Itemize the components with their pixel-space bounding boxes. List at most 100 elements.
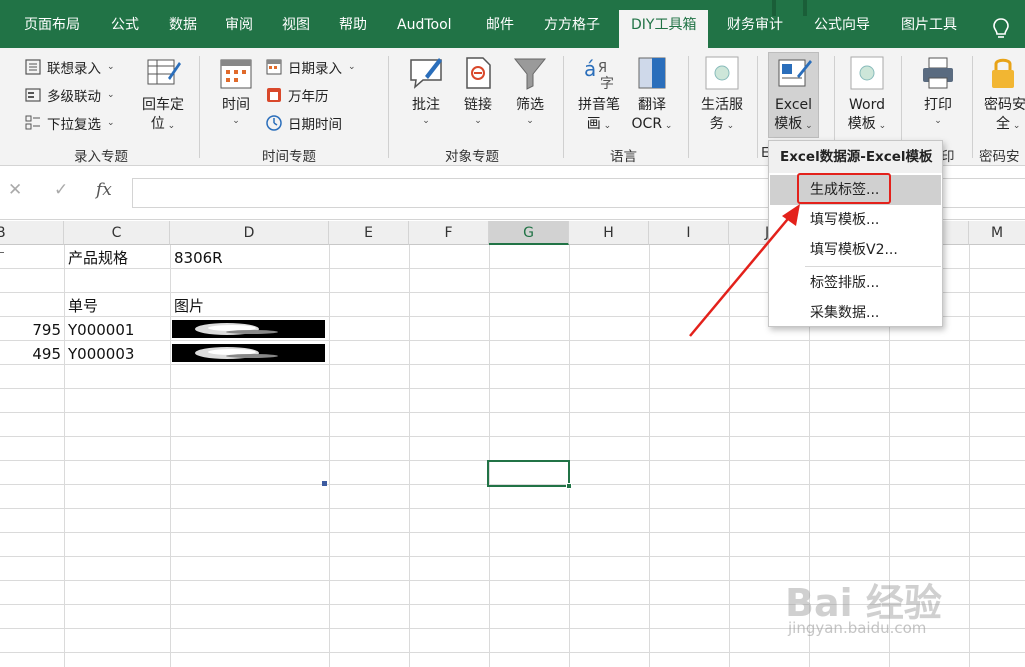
time-button[interactable]: 时间 ⌄ (214, 54, 258, 127)
comment-icon (410, 58, 442, 89)
gridline (489, 245, 490, 667)
column-header-g[interactable]: G (489, 221, 569, 245)
tab-review[interactable]: 审阅 (225, 10, 253, 48)
tabbar-mark (803, 0, 807, 16)
svg-text:字: 字 (600, 76, 614, 92)
product-image[interactable] (172, 320, 325, 338)
associative-input-button[interactable]: 联想录入 ⌄ (24, 56, 115, 78)
dropdown-multiselect-button[interactable]: 下拉复选 ⌄ (24, 112, 115, 134)
translate-ocr-label-2: OCR ⌄ (631, 116, 673, 132)
word-template-label-1: Word (849, 97, 885, 113)
red-arrow-icon (689, 204, 800, 337)
group-separator (563, 56, 564, 158)
multilevel-link-label: 多级联动 (47, 89, 101, 105)
tab-page-layout[interactable]: 页面布局 (24, 10, 80, 48)
clock-icon (266, 115, 282, 131)
cell-d3[interactable]: 图片 (174, 294, 204, 318)
column-header-c[interactable]: C (64, 221, 170, 245)
life-service-label-1: 生活服 (701, 97, 743, 113)
cell-fragment (0, 252, 4, 253)
group-separator (757, 56, 758, 158)
tab-help[interactable]: 帮助 (339, 10, 367, 48)
cell-b4[interactable]: 795 (0, 318, 61, 342)
datetime-button[interactable]: 日期时间 (265, 112, 342, 134)
tab-formula-wizard[interactable]: 公式向导 (814, 10, 870, 48)
tab-data[interactable]: 数据 (169, 10, 197, 48)
translate-icon (638, 57, 666, 89)
group-label-language: 语言 (610, 149, 637, 165)
tab-picture-tools[interactable]: 图片工具 (901, 10, 957, 48)
svg-text:Я: Я (598, 61, 607, 76)
tab-view[interactable]: 视图 (282, 10, 310, 48)
gridline (569, 245, 570, 667)
excel-template-button[interactable]: Excel 模板 ⌄ (769, 54, 818, 134)
excel-template-label-1: Excel (774, 97, 813, 113)
tabbar-mark (772, 0, 776, 16)
perpetual-calendar-button[interactable]: 万年历 (265, 84, 329, 106)
date-input-label: 日期录入 (288, 61, 342, 77)
word-template-button[interactable]: Word 模板 ⌄ (843, 54, 891, 134)
gridline (329, 245, 330, 667)
tab-fangfang[interactable]: 方方格子 (544, 10, 600, 48)
column-header-e[interactable]: E (329, 221, 409, 245)
chevron-down-icon: ⌄ (107, 62, 115, 72)
column-header-d[interactable]: D (170, 221, 329, 245)
link-button[interactable]: 链接 ⌄ (456, 54, 500, 127)
pinyin-stroke-button[interactable]: áЯ字 拼音笔 画 ⌄ (574, 54, 624, 134)
date-input-button[interactable]: 日期录入 ⌄ (265, 56, 356, 78)
pinyin-stroke-label-2: 画 ⌄ (586, 116, 612, 132)
cell-c4[interactable]: Y000001 (68, 318, 134, 342)
cell-c5[interactable]: Y000003 (68, 342, 134, 366)
group-label-input: 录入专题 (74, 149, 128, 165)
active-cell-g[interactable] (487, 460, 570, 487)
print-button[interactable]: 打印 ⌄ (916, 54, 960, 127)
perpetual-calendar-label: 万年历 (288, 89, 329, 105)
product-image-graphic (195, 323, 278, 335)
gridline (170, 245, 171, 667)
group-label-password: 密码安 (979, 149, 1020, 165)
filter-button[interactable]: 筛选 ⌄ (508, 54, 552, 127)
group-label-object: 对象专题 (445, 149, 499, 165)
chevron-down-icon: ⌄ (526, 116, 534, 126)
gridline (64, 245, 65, 667)
pinyin-stroke-label-1: 拼音笔 (578, 97, 620, 113)
tab-formulas[interactable]: 公式 (111, 10, 139, 48)
tab-diy-toolbox[interactable]: DIY工具箱 (619, 10, 709, 48)
password-security-label-2: 全 ⌄ (996, 116, 1021, 132)
translate-ocr-button[interactable]: 翻译 OCR ⌄ (628, 54, 676, 134)
word-template-label-2: 模板 ⌄ (847, 116, 887, 132)
cell-b5[interactable]: 495 (0, 342, 61, 366)
enter-locate-button[interactable]: 回车定 位 ⌄ (138, 54, 188, 134)
column-header-h[interactable]: H (569, 221, 649, 245)
column-header-f[interactable]: F (409, 221, 489, 245)
tab-mail[interactable]: 邮件 (486, 10, 514, 48)
gridline (409, 245, 410, 667)
print-label: 打印 (924, 97, 952, 113)
excel-template-icon (778, 59, 812, 87)
password-security-label-1: 密码安 (984, 97, 1025, 113)
insert-function-icon[interactable]: fx (96, 180, 112, 200)
comment-button[interactable]: 批注 ⌄ (404, 54, 448, 127)
lightbulb-icon[interactable] (992, 17, 1010, 41)
table-edit-icon (147, 59, 181, 85)
date-grid-icon (266, 59, 282, 75)
chevron-down-icon: ⌄ (934, 116, 942, 126)
column-header-b[interactable]: B (0, 221, 64, 245)
chevron-down-icon: ⌄ (107, 118, 115, 128)
highlight-box (797, 173, 891, 204)
calendar-page-icon (267, 88, 281, 102)
tab-audtool[interactable]: AudTool (397, 10, 452, 48)
associative-input-label: 联想录入 (47, 61, 101, 77)
cell-c1[interactable]: 产品规格 (68, 246, 128, 270)
cell-d1[interactable]: 8306R (174, 246, 223, 270)
password-security-button[interactable]: 密码安 全 ⌄ (984, 54, 1025, 134)
multilevel-link-button[interactable]: 多级联动 ⌄ (24, 84, 115, 106)
enter-icon[interactable]: ✓ (54, 180, 68, 200)
fill-handle[interactable] (566, 483, 572, 489)
column-header-m[interactable]: M (969, 221, 1025, 245)
cancel-icon[interactable]: ✕ (8, 180, 22, 200)
product-image[interactable] (172, 344, 325, 362)
cell-c3[interactable]: 单号 (68, 294, 98, 318)
chevron-down-icon: ⌄ (348, 62, 356, 72)
life-service-button[interactable]: 生活服 务 ⌄ (697, 54, 747, 134)
